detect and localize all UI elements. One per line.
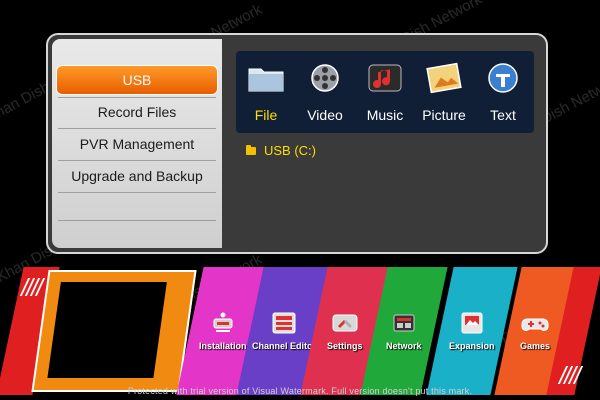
tile-label: Network — [386, 341, 422, 351]
menu-item-usb[interactable]: USB — [56, 65, 218, 95]
side-menu: USB Record Files PVR Management Upgrade … — [52, 39, 222, 248]
media-type-music[interactable]: Music — [356, 51, 414, 133]
menu-divider — [58, 220, 216, 221]
menu-item-pvr-management[interactable]: PVR Management — [56, 129, 218, 159]
menu-item-upgrade-backup[interactable]: Upgrade and Backup — [56, 161, 218, 191]
media-type-text[interactable]: Text — [474, 51, 532, 133]
media-type-video[interactable]: Video — [296, 51, 354, 133]
expansion-icon — [458, 311, 486, 335]
stripes-decoration — [19, 278, 46, 296]
folder-icon — [246, 61, 286, 95]
text-document-icon — [483, 61, 523, 95]
stripes-decoration — [557, 366, 584, 384]
tile-label: Channel Editor — [251, 341, 316, 351]
usb-device-label: USB (C:) — [264, 143, 316, 158]
tile-label: Installation — [199, 341, 247, 351]
film-reel-icon — [305, 61, 345, 95]
games-icon — [521, 311, 549, 335]
media-type-label: File — [254, 107, 278, 123]
channel-editor-icon — [270, 311, 298, 335]
folder-icon — [246, 144, 256, 155]
media-type-label: Video — [307, 107, 343, 123]
network-icon — [390, 311, 418, 335]
music-note-icon — [365, 61, 405, 95]
media-center-panel: USB Record Files PVR Management Upgrade … — [46, 33, 548, 254]
media-type-bar: File Video Music Picture Text — [236, 51, 534, 133]
tile-label: Settings — [327, 341, 363, 351]
usb-device-item[interactable]: USB (C:) — [246, 143, 316, 158]
media-type-label: Music — [366, 107, 404, 123]
tile-label: Games — [519, 341, 551, 351]
media-type-file[interactable]: File — [237, 51, 295, 133]
tv-preview-frame — [31, 270, 197, 392]
media-type-label: Picture — [422, 107, 466, 123]
main-menu-ribbon: Installation Channel Editor Settings Net… — [0, 262, 600, 400]
settings-icon — [331, 311, 359, 335]
menu-divider — [58, 192, 216, 193]
content-area: File Video Music Picture Text USB (C:) — [226, 39, 542, 248]
media-type-label: Text — [490, 107, 516, 123]
trial-notice-text: Protected with trial version of Visual W… — [127, 386, 473, 396]
picture-icon — [424, 61, 464, 95]
media-type-picture[interactable]: Picture — [415, 51, 473, 133]
installation-icon — [209, 311, 237, 335]
tv-preview-screen — [47, 282, 167, 378]
menu-item-record-files[interactable]: Record Files — [56, 97, 218, 127]
tile-label: Expansion — [449, 341, 495, 351]
